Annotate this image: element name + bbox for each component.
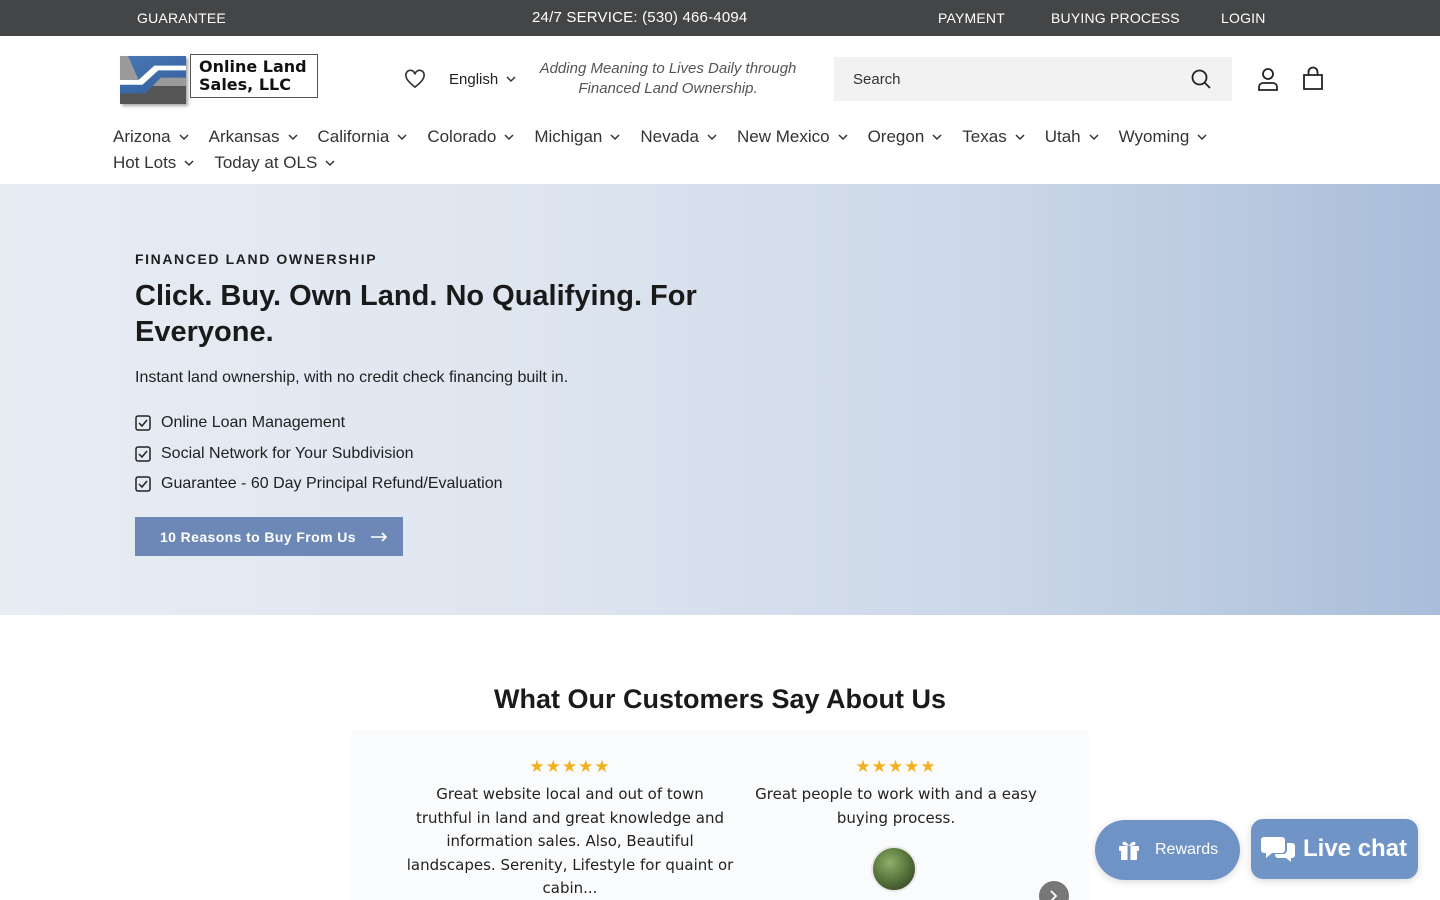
review-card: ★★★★★ Great people to work with and a ea…: [749, 756, 1043, 830]
gift-icon: [1119, 841, 1139, 860]
chevron-down-icon: [184, 159, 194, 166]
nav-item-texas[interactable]: Texas: [962, 127, 1025, 147]
nav-item-new-mexico[interactable]: New Mexico: [737, 127, 848, 147]
heart-icon[interactable]: [404, 69, 426, 89]
star-rating: ★★★★★: [855, 757, 937, 777]
chevron-down-icon: [287, 133, 298, 140]
hero-banner: FINANCED LAND OWNERSHIP Click. Buy. Own …: [0, 184, 1440, 615]
chevron-right-icon: [1050, 890, 1058, 900]
hero-subtitle: Instant land ownership, with no credit c…: [135, 369, 569, 386]
nav-label: Michigan: [534, 127, 603, 146]
nav-item-hot-lots[interactable]: Hot Lots: [113, 153, 194, 173]
site-header: Online Land Sales, LLC English Adding Me…: [0, 36, 1440, 184]
site-logo[interactable]: Online Land Sales, LLC: [120, 54, 318, 104]
review-card: ★★★★★ Great website local and out of tow…: [406, 756, 734, 900]
live-chat-button[interactable]: Live chat: [1251, 819, 1418, 879]
rewards-label: Rewards: [1155, 841, 1219, 858]
nav-item-arizona[interactable]: Arizona: [113, 127, 189, 147]
nav-label: Hot Lots: [113, 153, 177, 172]
nav-label: Arkansas: [208, 127, 280, 146]
nav-label: Nevada: [640, 127, 699, 146]
chevron-down-icon: [932, 133, 942, 140]
chevron-down-icon: [504, 133, 514, 140]
chevron-down-icon: [610, 133, 620, 140]
logo-mark: [120, 56, 186, 104]
search-icon[interactable]: [1190, 68, 1212, 90]
nav-item-nevada[interactable]: Nevada: [640, 127, 717, 147]
nav-row-extra: Hot Lots Today at OLS: [113, 150, 1293, 176]
nav-item-arkansas[interactable]: Arkansas: [209, 127, 298, 147]
reasons-cta-button[interactable]: 10 Reasons to Buy From Us: [135, 517, 403, 556]
chevron-down-icon: [838, 133, 848, 140]
nav-item-california[interactable]: California: [318, 127, 408, 147]
nav-label: Today at OLS: [214, 153, 318, 172]
chat-bubbles-icon: [1261, 837, 1295, 862]
nav-item-oregon[interactable]: Oregon: [868, 127, 943, 147]
nav-row-states: Arizona Arkansas California Colorado Mic…: [113, 124, 1293, 150]
arrow-right-icon: [370, 531, 388, 542]
nav-label: Wyoming: [1118, 127, 1190, 146]
chevron-down-icon: [1089, 133, 1099, 140]
logo-line-1: Online Land: [199, 57, 307, 76]
logo-text: Online Land Sales, LLC: [190, 54, 318, 98]
feature-item: Guarantee - 60 Day Principal Refund/Eval…: [135, 469, 503, 500]
chevron-down-icon: [707, 133, 717, 140]
review-text: Great people to work with and a easy buy…: [755, 785, 1037, 827]
language-label: English: [449, 71, 499, 88]
service-phone-link[interactable]: 24/7 SERVICE: (530) 466-4094: [532, 9, 747, 26]
feature-label: Guarantee - 60 Day Principal Refund/Eval…: [161, 475, 503, 493]
rewards-button[interactable]: Rewards: [1095, 820, 1240, 880]
nav-item-wyoming[interactable]: Wyoming: [1119, 127, 1208, 147]
account-icon[interactable]: [1257, 67, 1279, 91]
search-bar: [834, 57, 1232, 101]
nav-label: California: [317, 127, 390, 146]
nav-item-today-at-ols[interactable]: Today at OLS: [214, 153, 335, 173]
nav-item-utah[interactable]: Utah: [1045, 127, 1099, 147]
chevron-down-icon: [397, 133, 407, 140]
live-chat-label: Live chat: [1303, 835, 1408, 862]
nav-label: Utah: [1044, 127, 1081, 146]
nav-item-michigan[interactable]: Michigan: [534, 127, 620, 147]
login-link[interactable]: LOGIN: [1221, 10, 1266, 26]
nav-item-colorado[interactable]: Colorado: [427, 127, 514, 147]
cart-icon[interactable]: [1302, 66, 1324, 91]
nav-label: Oregon: [867, 127, 925, 146]
feature-list: Online Loan Management Social Network fo…: [135, 408, 503, 500]
checkbox-checked-icon: [135, 476, 151, 492]
payment-link[interactable]: PAYMENT: [938, 10, 1005, 26]
search-input[interactable]: [853, 70, 1173, 88]
chevron-down-icon: [325, 159, 335, 166]
checkbox-checked-icon: [135, 446, 151, 462]
chevron-down-icon: [1015, 133, 1025, 140]
chevron-down-icon: [506, 76, 516, 83]
tagline: Adding Meaning to Lives Daily through Fi…: [539, 60, 797, 97]
testimonials-carousel: ★★★★★ Great website local and out of tow…: [351, 730, 1089, 900]
testimonials-title: What Our Customers Say About Us: [493, 684, 947, 714]
review-text: Great website local and out of town trut…: [406, 785, 734, 897]
buying-process-link[interactable]: BUYING PROCESS: [1051, 10, 1180, 26]
nav-label: Texas: [962, 127, 1007, 146]
logo-line-2: Sales, LLC: [199, 75, 291, 94]
main-nav: Arizona Arkansas California Colorado Mic…: [113, 124, 1293, 176]
nav-label: Arizona: [113, 127, 171, 146]
hero-eyebrow: FINANCED LAND OWNERSHIP: [135, 251, 378, 267]
feature-label: Online Loan Management: [161, 414, 346, 432]
nav-label: New Mexico: [736, 127, 830, 146]
checkbox-checked-icon: [135, 415, 151, 431]
star-rating: ★★★★★: [529, 757, 611, 777]
feature-item: Social Network for Your Subdivision: [135, 439, 503, 470]
language-selector[interactable]: English: [449, 71, 516, 88]
feature-label: Social Network for Your Subdivision: [161, 444, 414, 462]
carousel-next-button[interactable]: [1039, 881, 1069, 900]
nav-label: Colorado: [427, 127, 497, 146]
chevron-down-icon: [1197, 133, 1207, 140]
top-bar: GUARANTEE 24/7 SERVICE: (530) 466-4094 P…: [0, 0, 1440, 36]
hero-title: Click. Buy. Own Land. No Qualifying. For…: [135, 280, 697, 348]
feature-item: Online Loan Management: [135, 408, 503, 439]
avatar: [871, 846, 917, 892]
chevron-down-icon: [179, 133, 189, 140]
cta-label: 10 Reasons to Buy From Us: [160, 528, 356, 545]
guarantee-link[interactable]: GUARANTEE: [137, 10, 226, 26]
